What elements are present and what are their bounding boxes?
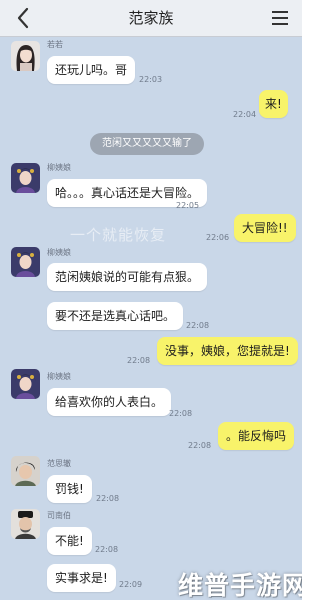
message-time: 22:04: [233, 110, 257, 119]
chat-screen: 范家族 一个就能恢复 若若 还玩儿吗。哥 22:03 来! 22:04 范闲又又…: [0, 0, 302, 600]
message-time: 22:05: [176, 201, 200, 210]
message-time: 22:08: [186, 321, 210, 330]
sender-name: 司南伯: [47, 511, 71, 520]
message-time: 22:08: [96, 494, 120, 503]
avatar-sinan-bo[interactable]: [11, 509, 40, 539]
message-bubble[interactable]: 实事求是!: [47, 564, 116, 592]
message-bubble-outgoing[interactable]: 没事，姨娘，您提就是!: [157, 337, 298, 365]
message-bubble[interactable]: 罚钱!: [47, 475, 92, 503]
message-time: 22:08: [188, 441, 212, 450]
message-time: 22:09: [119, 580, 143, 589]
site-logo: 维普手游网: [178, 571, 302, 600]
message-bubble-outgoing[interactable]: 。能反悔吗: [218, 422, 295, 450]
watermark-text: 一个就能恢复: [70, 226, 167, 244]
message-bubble-outgoing[interactable]: 大冒险!!: [234, 214, 296, 242]
sender-name: 范思辙: [47, 459, 71, 468]
chat-header: 范家族: [0, 0, 302, 37]
avatar-liu-yiniang[interactable]: [11, 247, 40, 277]
avatar-ruoruo[interactable]: [11, 41, 40, 71]
menu-icon[interactable]: [272, 11, 288, 25]
message-bubble[interactable]: 不能!: [47, 527, 92, 555]
system-message: 范闲又又又又又输了: [90, 133, 204, 155]
message-time: 22:08: [169, 409, 193, 418]
message-time: 22:06: [206, 233, 230, 242]
message-time: 22:08: [95, 545, 119, 554]
message-time: 22:08: [127, 356, 151, 365]
message-bubble-outgoing[interactable]: 来!: [259, 90, 288, 118]
message-bubble[interactable]: 要不还是选真心话吧。: [47, 302, 184, 330]
message-time: 22:03: [139, 75, 163, 84]
sender-name: 柳姨娘: [47, 248, 71, 257]
message-bubble[interactable]: 范闲姨娘说的可能有点狠。: [47, 263, 208, 291]
chat-title: 范家族: [128, 9, 174, 27]
sender-name: 柳姨娘: [47, 372, 71, 381]
message-bubble[interactable]: 还玩儿吗。哥: [47, 56, 136, 84]
message-bubble[interactable]: 给喜欢你的人表白。: [47, 388, 172, 416]
sender-name: 若若: [47, 40, 63, 49]
sender-name: 柳姨娘: [47, 163, 71, 172]
avatar-fan-sizhe[interactable]: [11, 456, 40, 486]
avatar-liu-yiniang[interactable]: [11, 163, 40, 193]
avatar-liu-yiniang[interactable]: [11, 369, 40, 399]
